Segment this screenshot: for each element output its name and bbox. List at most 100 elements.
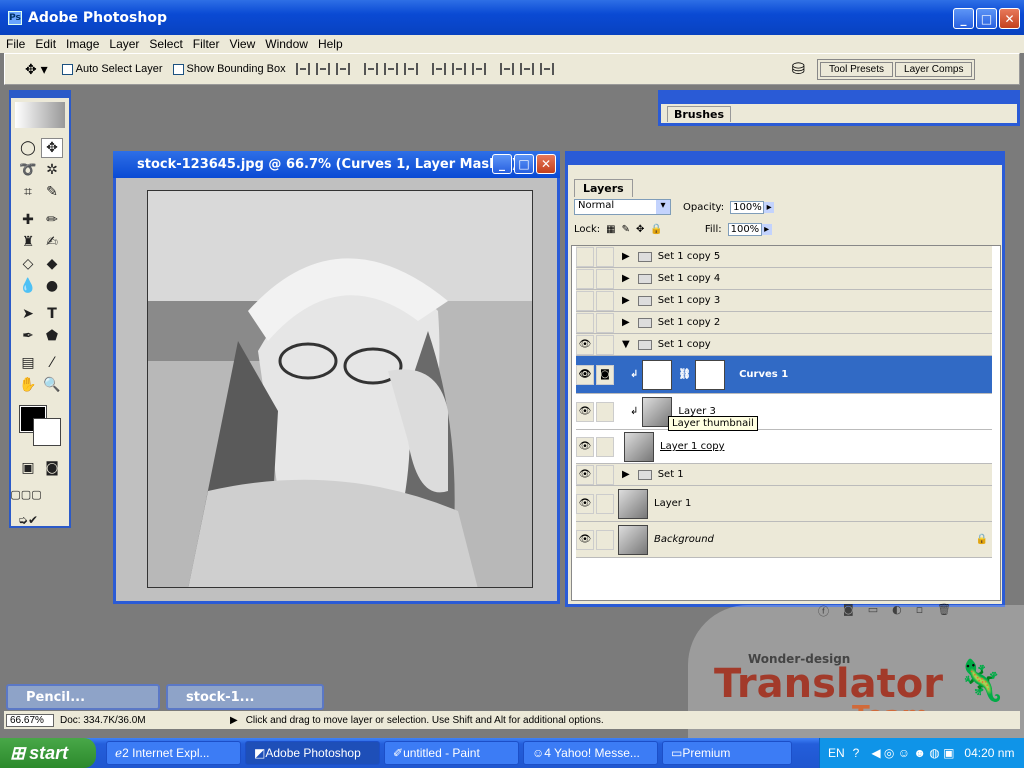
lock-pixels-icon[interactable]: ✎ <box>622 224 630 235</box>
align-hcenter-icon[interactable] <box>383 63 398 75</box>
layer-thumbnail[interactable] <box>618 488 648 519</box>
expand-triangle-icon[interactable]: ▶ <box>622 317 630 328</box>
menu-window[interactable]: Window <box>265 37 308 51</box>
menu-help[interactable]: Help <box>318 37 343 51</box>
mask-indicator-icon[interactable]: ◙ <box>596 364 614 385</box>
eye-icon[interactable]: 👁 <box>576 493 594 514</box>
zoom-tool-icon[interactable]: 🔍 <box>41 375 63 395</box>
opacity-slider-arrow-icon[interactable]: ▸ <box>764 201 775 213</box>
align-top-icon[interactable] <box>295 63 310 75</box>
task-photoshop[interactable]: ◩ Adobe Photoshop <box>245 741 380 765</box>
task-premium-folder[interactable]: ▭ Premium <box>662 741 792 765</box>
menu-view[interactable]: View <box>229 37 255 51</box>
eye-icon[interactable]: 👁 <box>576 436 594 457</box>
layer-row[interactable]: 👁 Layer 1 copy <box>576 430 992 464</box>
eraser-tool-icon[interactable]: ◇ <box>17 254 39 274</box>
history-brush-icon[interactable]: ✍ <box>41 232 63 252</box>
doc-minimize-button[interactable]: _ <box>492 154 512 174</box>
quick-mask-icon[interactable]: ◙ <box>41 458 63 478</box>
language-indicator[interactable]: EN <box>828 746 845 760</box>
move-tool-icon[interactable]: ✥ <box>41 138 63 158</box>
pen-tool-icon[interactable]: ✒ <box>17 326 39 346</box>
standard-mode-icon[interactable]: ▣ <box>17 458 39 478</box>
expand-triangle-icon[interactable]: ▶ <box>622 469 630 480</box>
eye-icon[interactable]: 👁 <box>576 334 594 355</box>
minimize-button[interactable]: _ <box>953 8 974 29</box>
menu-file[interactable]: File <box>6 37 25 51</box>
visibility-toggle[interactable] <box>576 312 594 333</box>
move-tool-icon[interactable]: ✥ ▾ <box>25 61 48 78</box>
bounding-box-checkbox[interactable]: Show Bounding Box <box>172 63 286 75</box>
zoom-field[interactable]: 66.67% <box>6 713 54 727</box>
lock-position-icon[interactable]: ✥ <box>636 224 644 235</box>
shape-tool-icon[interactable]: ⬟ <box>41 326 63 346</box>
type-tool-icon[interactable]: T <box>41 304 63 324</box>
maximize-button[interactable]: □ <box>976 8 997 29</box>
layer-row[interactable]: 👁 Background 🔒 <box>576 522 992 558</box>
link-toggle[interactable] <box>596 290 614 311</box>
distribute-hcenter-icon[interactable] <box>519 63 534 75</box>
align-right-icon[interactable] <box>403 63 418 75</box>
status-arrow-icon[interactable]: ▶ <box>230 715 238 726</box>
close-button[interactable]: ✕ <box>999 8 1020 29</box>
menu-image[interactable]: Image <box>66 37 99 51</box>
eye-icon[interactable]: 👁 <box>576 529 594 550</box>
align-bottom-icon[interactable] <box>335 63 350 75</box>
link-toggle[interactable] <box>596 312 614 333</box>
distribute-vcenter-icon[interactable] <box>451 63 466 75</box>
layer-thumbnail[interactable] <box>618 524 648 555</box>
expand-triangle-icon[interactable]: ▶ <box>622 295 630 306</box>
layer-row[interactable]: 👁 Layer 1 <box>576 486 992 522</box>
minimized-doc-pencil[interactable]: Pencil... <box>6 684 160 710</box>
link-toggle[interactable] <box>596 464 614 485</box>
eye-icon[interactable]: 👁 <box>576 364 594 385</box>
task-yahoo-messenger[interactable]: ☺ 4 Yahoo! Messe... <box>523 741 658 765</box>
menu-edit[interactable]: Edit <box>35 37 56 51</box>
layer-row[interactable]: 👁 ▶ Set 1 <box>576 464 992 486</box>
link-toggle[interactable] <box>596 493 614 514</box>
align-vcenter-icon[interactable] <box>315 63 330 75</box>
distribute-right-icon[interactable] <box>539 63 554 75</box>
chain-link-icon[interactable]: ⛓ <box>678 369 691 380</box>
menu-layer[interactable]: Layer <box>109 37 139 51</box>
help-icon[interactable]: ? <box>853 746 860 760</box>
visibility-toggle[interactable] <box>576 268 594 289</box>
layer-row[interactable]: 👁 ↲ Layer 3 <box>576 394 992 430</box>
distribute-top-icon[interactable] <box>431 63 446 75</box>
screen-mode-icon[interactable]: ▢▢▢ <box>10 484 41 504</box>
layer-row-selected[interactable]: 👁 ◙ ↲ ⛓ Curves 1 <box>576 356 992 394</box>
brushes-tab[interactable]: Brushes <box>667 106 732 122</box>
notes-tool-icon[interactable]: ▤ <box>17 353 39 373</box>
lock-all-icon[interactable]: 🔒 <box>650 224 662 235</box>
healing-brush-icon[interactable]: ✚ <box>17 210 39 230</box>
distribute-bottom-icon[interactable] <box>471 63 486 75</box>
layer-row[interactable]: ▶ Set 1 copy 3 <box>576 290 992 312</box>
minimized-doc-stock[interactable]: stock-1... <box>166 684 324 710</box>
tool-presets-tab[interactable]: Tool Presets <box>819 61 894 77</box>
link-toggle[interactable] <box>596 401 614 422</box>
task-internet-explorer[interactable]: ℯ 2 Internet Expl... <box>106 741 241 765</box>
layers-tab[interactable]: Layers <box>574 179 633 197</box>
visibility-toggle[interactable] <box>576 290 594 311</box>
layer-row[interactable]: 👁 ▼ Set 1 copy <box>576 334 992 356</box>
paint-bucket-icon[interactable]: ◆ <box>41 254 63 274</box>
start-button[interactable]: ⊞ start <box>0 738 96 768</box>
background-color-swatch[interactable] <box>33 418 61 446</box>
lasso-tool-icon[interactable]: ➰ <box>17 160 39 180</box>
link-toggle[interactable] <box>596 334 614 355</box>
blend-mode-select[interactable]: Normal ▾ <box>574 199 671 215</box>
brush-tool-icon[interactable]: ✏ <box>41 210 63 230</box>
doc-maximize-button[interactable]: □ <box>514 154 534 174</box>
layer-row[interactable]: ▶ Set 1 copy 2 <box>576 312 992 334</box>
fill-slider-arrow-icon[interactable]: ▸ <box>761 224 772 235</box>
clone-stamp-icon[interactable]: ♜ <box>17 232 39 252</box>
expand-triangle-icon[interactable]: ▶ <box>622 273 630 284</box>
fill-input[interactable]: 100% <box>727 223 762 236</box>
jump-to-imageready-icon[interactable]: ➭✔ <box>17 510 39 530</box>
link-toggle[interactable] <box>596 436 614 457</box>
link-toggle[interactable] <box>596 529 614 550</box>
eye-icon[interactable]: 👁 <box>576 464 594 485</box>
collapse-triangle-icon[interactable]: ▼ <box>622 339 630 350</box>
menu-filter[interactable]: Filter <box>193 37 220 51</box>
task-paint[interactable]: ✐ untitled - Paint <box>384 741 519 765</box>
